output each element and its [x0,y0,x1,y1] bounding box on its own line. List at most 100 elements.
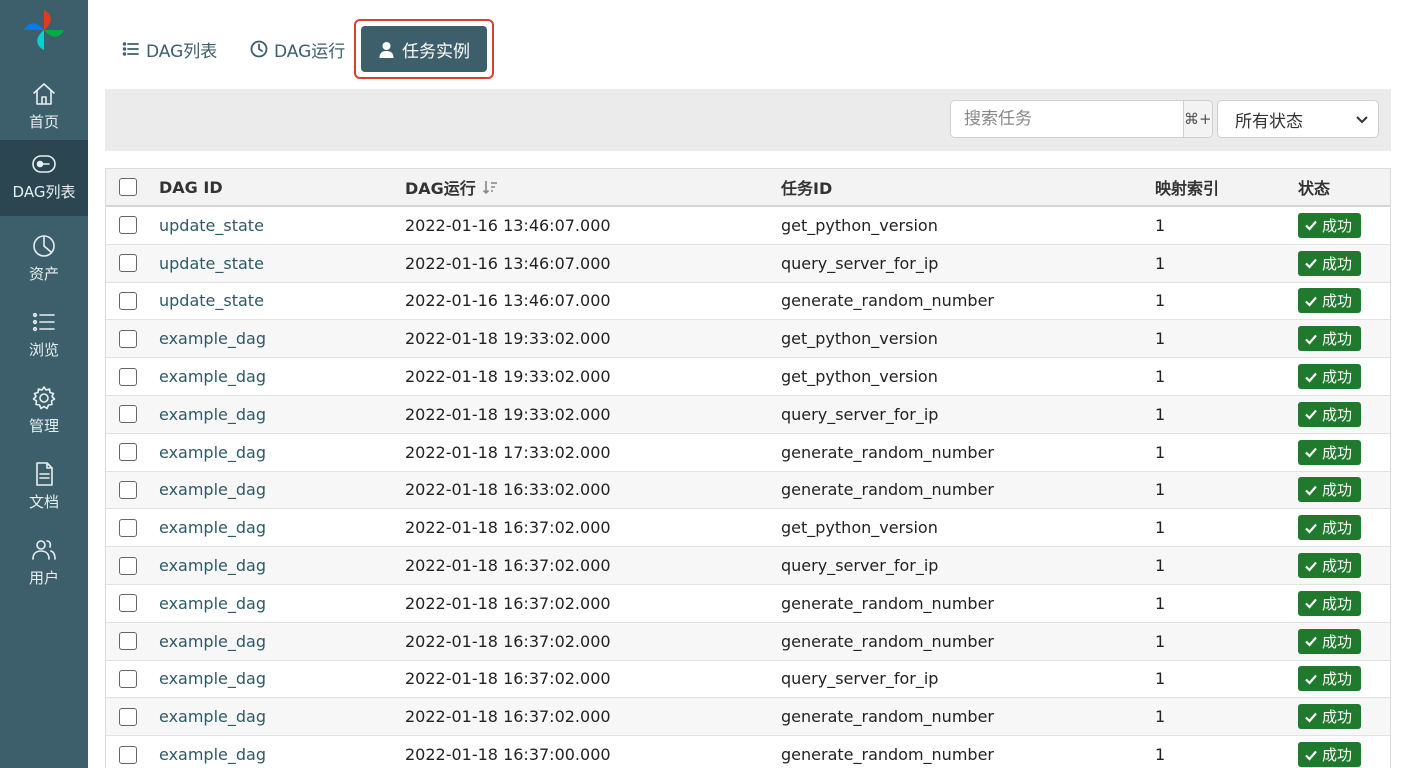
dag-id-link[interactable]: example_dag [159,509,266,546]
gear-icon [32,386,56,410]
status-badge-label: 成功 [1322,708,1353,727]
dag-id-link[interactable]: example_dag [159,358,266,395]
chevron-down-icon [1356,116,1368,124]
dag-id-link[interactable]: example_dag [159,547,266,584]
status-badge-label: 成功 [1322,292,1353,311]
column-header-dag-run[interactable]: DAG运行 [405,169,498,205]
dag-id-link[interactable]: example_dag [159,661,266,698]
column-header-state[interactable]: 状态 [1298,169,1330,205]
table-row[interactable]: example_dag 2022-01-18 16:37:02.000 gene… [106,585,1390,623]
sidebar-item-assets[interactable]: 资产 [0,222,88,298]
table-row[interactable]: example_dag 2022-01-18 17:33:02.000 gene… [106,434,1390,472]
table-row[interactable]: example_dag 2022-01-18 16:33:02.000 gene… [106,471,1390,510]
table-row[interactable]: update_state 2022-01-16 13:46:07.000 get… [106,207,1390,245]
table-row[interactable]: example_dag 2022-01-18 16:37:00.000 gene… [106,736,1390,768]
row-checkbox[interactable] [119,669,137,688]
status-badge: 成功 [1298,401,1362,427]
task-id-value: generate_random_number [781,593,994,613]
tab-dag-runs[interactable]: DAG运行 [250,24,345,74]
row-checkbox[interactable] [119,254,137,273]
task-id-value: generate_random_number [781,291,994,311]
map-index-value: 1 [1155,329,1166,349]
row-checkbox[interactable] [119,329,137,348]
check-icon [1305,447,1317,458]
column-header-dag-id[interactable]: DAG ID [159,169,223,205]
dag-run-value: 2022-01-18 19:33:02.000 [405,404,611,424]
task-id-value: get_python_version [781,518,938,538]
map-index-value: 1 [1155,745,1166,765]
column-header-task-id[interactable]: 任务ID [781,169,832,205]
sidebar-item-admin[interactable]: 管理 [0,374,88,450]
table-row[interactable]: update_state 2022-01-16 13:46:07.000 gen… [106,283,1390,321]
table-row[interactable]: example_dag 2022-01-18 19:33:02.000 get_… [106,320,1390,359]
dag-id-link[interactable]: example_dag [159,698,266,735]
map-index-value: 1 [1155,404,1166,424]
dag-id-link[interactable]: example_dag [159,320,266,357]
row-checkbox[interactable] [119,480,137,499]
row-checkbox[interactable] [119,632,137,651]
status-filter-select[interactable]: 所有状态 [1217,100,1379,138]
map-index-value: 1 [1155,631,1166,651]
row-checkbox[interactable] [119,594,137,613]
map-index-value: 1 [1155,367,1166,387]
dag-id-link[interactable]: update_state [159,283,264,320]
row-checkbox[interactable] [119,745,137,764]
sidebar-item-docs[interactable]: 文档 [0,450,88,526]
row-checkbox[interactable] [119,367,137,386]
search-input[interactable] [951,101,1183,137]
check-icon [1305,561,1317,572]
sidebar-item-home[interactable]: 首页 [0,70,88,146]
sidebar-item-dag-list[interactable]: DAG列表 [0,140,88,216]
select-all-checkbox[interactable] [119,178,137,196]
status-badge: 成功 [1298,326,1362,352]
row-checkbox[interactable] [119,707,137,726]
dag-id-link[interactable]: example_dag [159,396,266,433]
clock-icon [250,40,268,58]
table-row[interactable]: update_state 2022-01-16 13:46:07.000 que… [106,244,1390,283]
row-checkbox[interactable] [119,443,137,462]
table-row[interactable]: example_dag 2022-01-18 19:33:02.000 get_… [106,358,1390,396]
check-icon [1305,599,1317,609]
status-badge: 成功 [1298,628,1362,654]
row-checkbox[interactable] [119,291,137,310]
table-row[interactable]: example_dag 2022-01-18 16:37:02.000 gene… [106,698,1390,737]
column-header-map-index[interactable]: 映射索引 [1155,169,1219,205]
table-row[interactable]: example_dag 2022-01-18 19:33:02.000 quer… [106,395,1390,434]
dag-id-link[interactable]: update_state [159,207,264,244]
column-header-label: DAG运行 [405,179,476,198]
status-badge: 成功 [1298,250,1362,276]
tab-label: DAG列表 [146,41,218,62]
dag-id-link[interactable]: example_dag [159,623,266,660]
dag-id-link[interactable]: example_dag [159,434,266,471]
tab-task-instances[interactable]: 任务实例 [361,26,487,72]
tab-label: DAG运行 [274,41,346,62]
map-index-value: 1 [1155,253,1166,273]
status-badge-label: 成功 [1322,670,1353,689]
dag-id-link[interactable]: example_dag [159,585,266,622]
table-row[interactable]: example_dag 2022-01-18 16:37:02.000 quer… [106,661,1390,699]
table-row[interactable]: example_dag 2022-01-18 16:37:02.000 quer… [106,547,1390,585]
row-checkbox[interactable] [119,556,137,575]
sidebar-item-browse[interactable]: 浏览 [0,298,88,374]
table-row[interactable]: example_dag 2022-01-18 16:37:02.000 gene… [106,622,1390,661]
task-id-value: get_python_version [781,215,938,235]
dag-run-value: 2022-01-16 13:46:07.000 [405,291,611,311]
map-index-value: 1 [1155,707,1166,727]
task-id-value: query_server_for_ip [781,669,939,689]
row-checkbox[interactable] [119,518,137,537]
dag-run-value: 2022-01-18 16:37:02.000 [405,556,611,576]
row-checkbox[interactable] [119,216,137,235]
row-checkbox[interactable] [119,405,137,424]
dag-run-value: 2022-01-18 19:33:02.000 [405,367,611,387]
document-icon [36,462,53,486]
dag-id-link[interactable]: example_dag [159,472,266,509]
airflow-logo-icon[interactable] [22,8,66,52]
dag-id-link[interactable]: update_state [159,245,264,282]
tab-dag-list[interactable]: DAG列表 [122,24,217,74]
table-row[interactable]: example_dag 2022-01-18 16:37:02.000 get_… [106,509,1390,548]
sidebar-item-label: 管理 [28,417,59,435]
sidebar-item-users[interactable]: 用户 [0,526,88,602]
task-id-value: query_server_for_ip [781,253,939,273]
dag-run-value: 2022-01-18 16:37:00.000 [405,745,611,765]
dag-id-link[interactable]: example_dag [159,736,266,768]
